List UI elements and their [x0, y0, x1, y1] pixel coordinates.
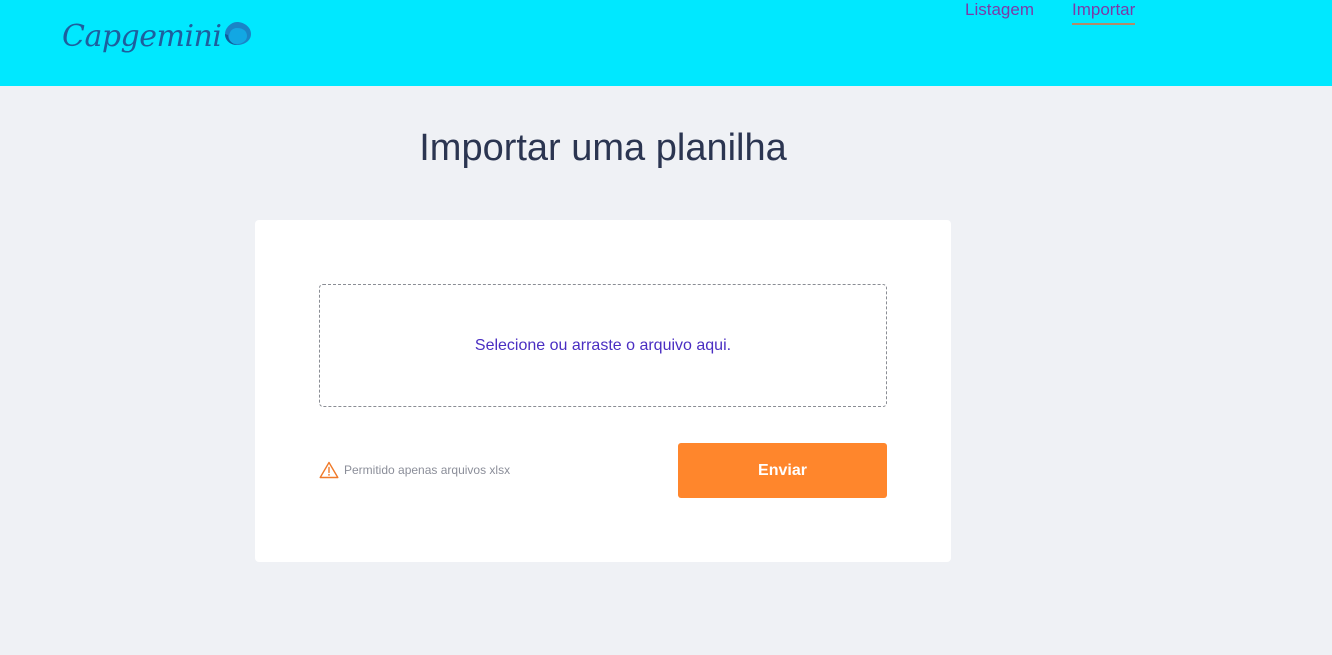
- file-type-notice: Permitido apenas arquivos xlsx: [319, 461, 510, 479]
- capgemini-logo[interactable]: Capgemini: [62, 14, 252, 58]
- nav-link-importar[interactable]: Importar: [1072, 0, 1136, 25]
- page-title: Importar uma planilha: [419, 127, 787, 169]
- brand-name: Capgemini: [62, 18, 222, 54]
- spade-logo-icon: [225, 22, 252, 45]
- import-card: Selecione ou arraste o arquivo aqui. Per…: [255, 220, 951, 562]
- notice-text: Permitido apenas arquivos xlsx: [344, 463, 511, 477]
- file-dropzone[interactable]: Selecione ou arraste o arquivo aqui.: [319, 284, 887, 407]
- top-header: Capgemini Listagem Importar: [0, 0, 1332, 86]
- dropzone-label: Selecione ou arraste o arquivo aqui.: [474, 336, 732, 354]
- send-button[interactable]: Enviar: [678, 443, 887, 498]
- warning-triangle-icon: [319, 461, 339, 479]
- nav-link-listagem[interactable]: Listagem: [965, 0, 1034, 23]
